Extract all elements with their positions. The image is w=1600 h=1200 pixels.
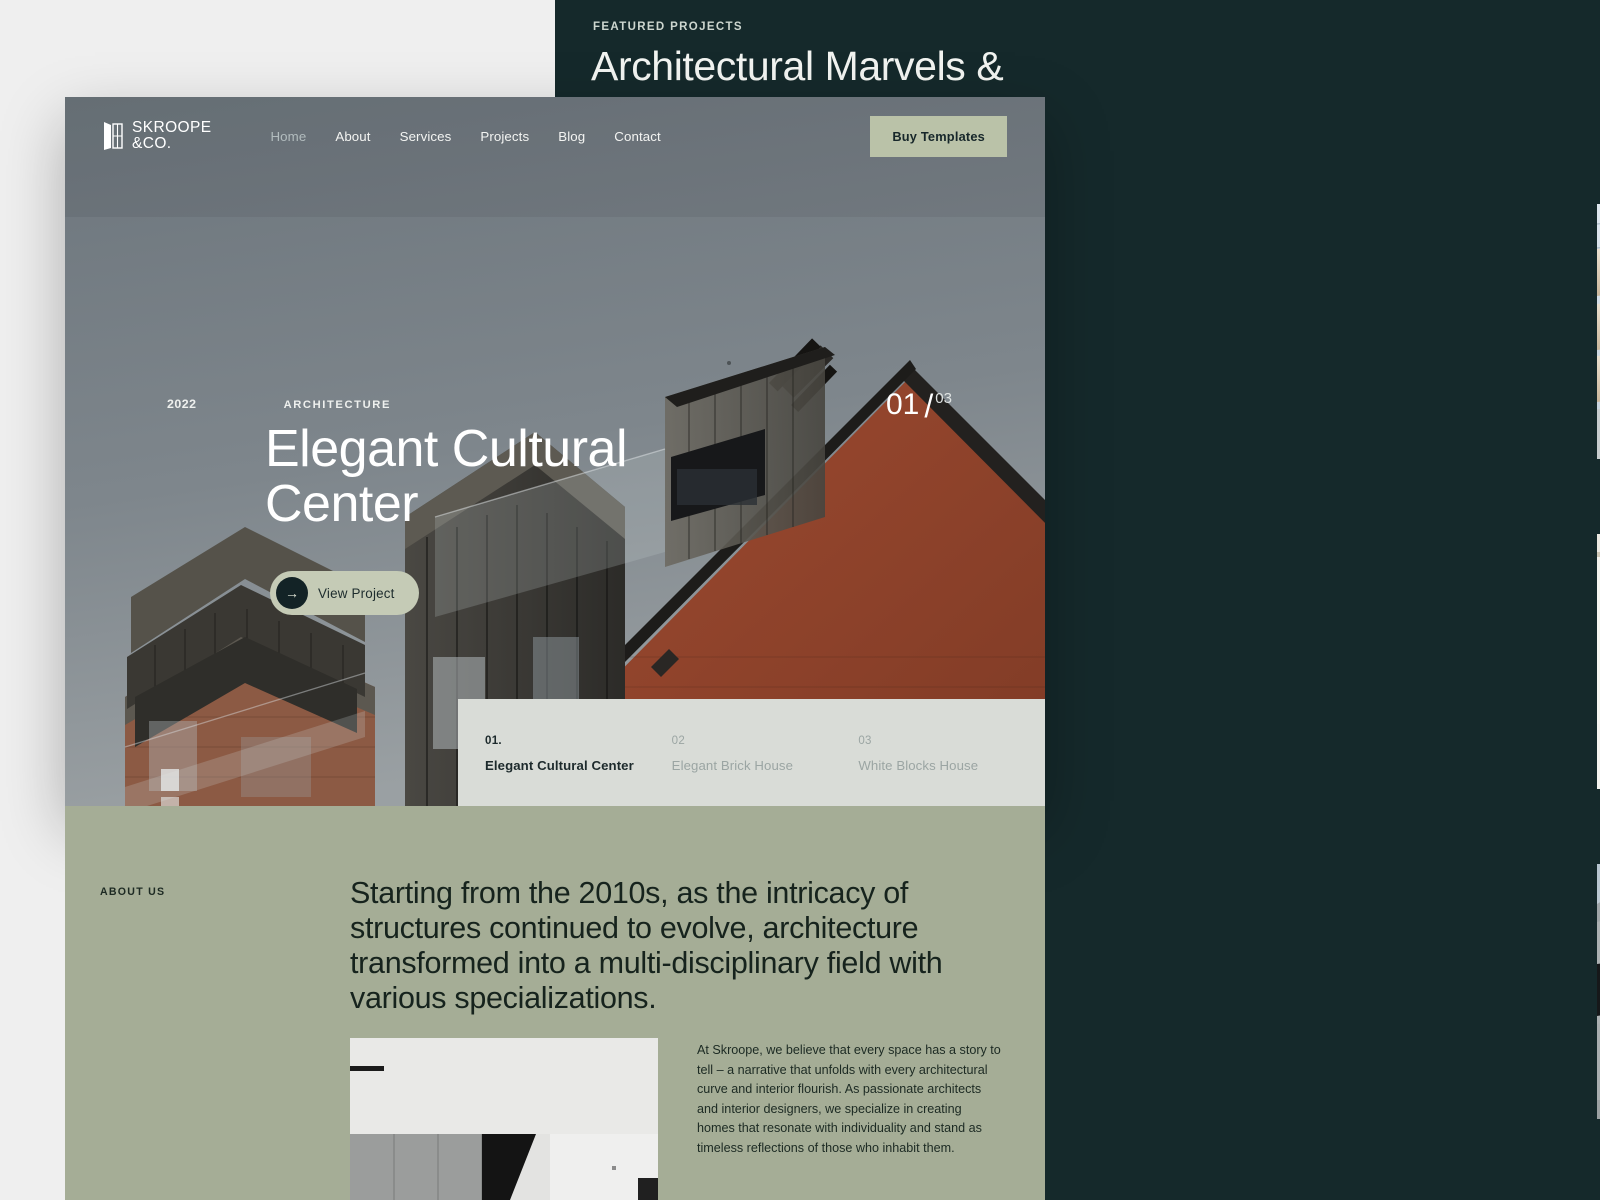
slide-number: 01. — [485, 735, 502, 747]
slide-number: 02 — [671, 735, 686, 747]
page-canvas: FEATURED PROJECTS Architectural Marvels … — [0, 0, 1600, 1200]
slide-counter-total: 03 — [935, 390, 952, 407]
nav-item-projects[interactable]: Projects — [480, 129, 529, 144]
nav-item-about[interactable]: About — [335, 129, 370, 144]
buy-templates-button[interactable]: Buy Templates — [870, 115, 1007, 157]
featured-eyebrow: FEATURED PROJECTS — [593, 21, 743, 33]
nav-item-services[interactable]: Services — [400, 129, 452, 144]
slide-name: White Blocks House — [858, 758, 979, 773]
view-project-label: View Project — [318, 585, 395, 601]
slide-counter: 01 / 03 — [886, 388, 952, 424]
slide-item-1[interactable]: 01. Elegant Cultural Center — [485, 735, 672, 807]
hero-category: ARCHITECTURE — [283, 399, 392, 411]
hero-title: Elegant Cultural Center — [265, 420, 628, 534]
hero-slider-card: SKROOPE &CO. Home About Services Project… — [65, 97, 1045, 807]
slide-item-3[interactable]: 03 White Blocks House — [858, 735, 1045, 807]
nav-item-home[interactable]: Home — [270, 129, 306, 144]
hero-meta: 2022 ARCHITECTURE — [167, 397, 391, 411]
brand-logo[interactable]: SKROOPE &CO. — [103, 120, 211, 152]
slide-counter-current: 01 — [886, 388, 920, 421]
view-project-button[interactable]: → View Project — [270, 571, 419, 615]
slide-name: Elegant Brick House — [671, 758, 794, 773]
slide-number: 03 — [858, 735, 872, 747]
slide-name: Elegant Cultural Center — [485, 758, 634, 773]
about-eyebrow: ABOUT US — [100, 886, 166, 898]
slide-counter-separator: / — [924, 388, 934, 424]
arrow-right-icon: → — [276, 577, 308, 609]
slide-item-2[interactable]: 02 Elegant Brick House — [672, 735, 859, 807]
hero-year: 2022 — [167, 397, 197, 411]
about-photo — [350, 1038, 658, 1200]
brand-name: SKROOPE &CO. — [132, 119, 212, 152]
about-body-text: At Skroope, we believe that every space … — [697, 1043, 1001, 1155]
about-section: ABOUT US Starting from the 2010s, as the… — [65, 806, 1045, 1200]
slide-thumbnail-strip: 01. Elegant Cultural Center 02 Elegant B… — [458, 699, 1045, 807]
nav-links: Home About Services Projects Blog Contac… — [270, 129, 660, 144]
site-navbar: SKROOPE &CO. Home About Services Project… — [65, 97, 1045, 175]
nav-item-blog[interactable]: Blog — [558, 129, 585, 144]
door-mark-icon — [104, 122, 123, 150]
nav-item-contact[interactable]: Contact — [614, 129, 661, 144]
about-headline: Starting from the 2010s, as the intricac… — [350, 876, 943, 1016]
